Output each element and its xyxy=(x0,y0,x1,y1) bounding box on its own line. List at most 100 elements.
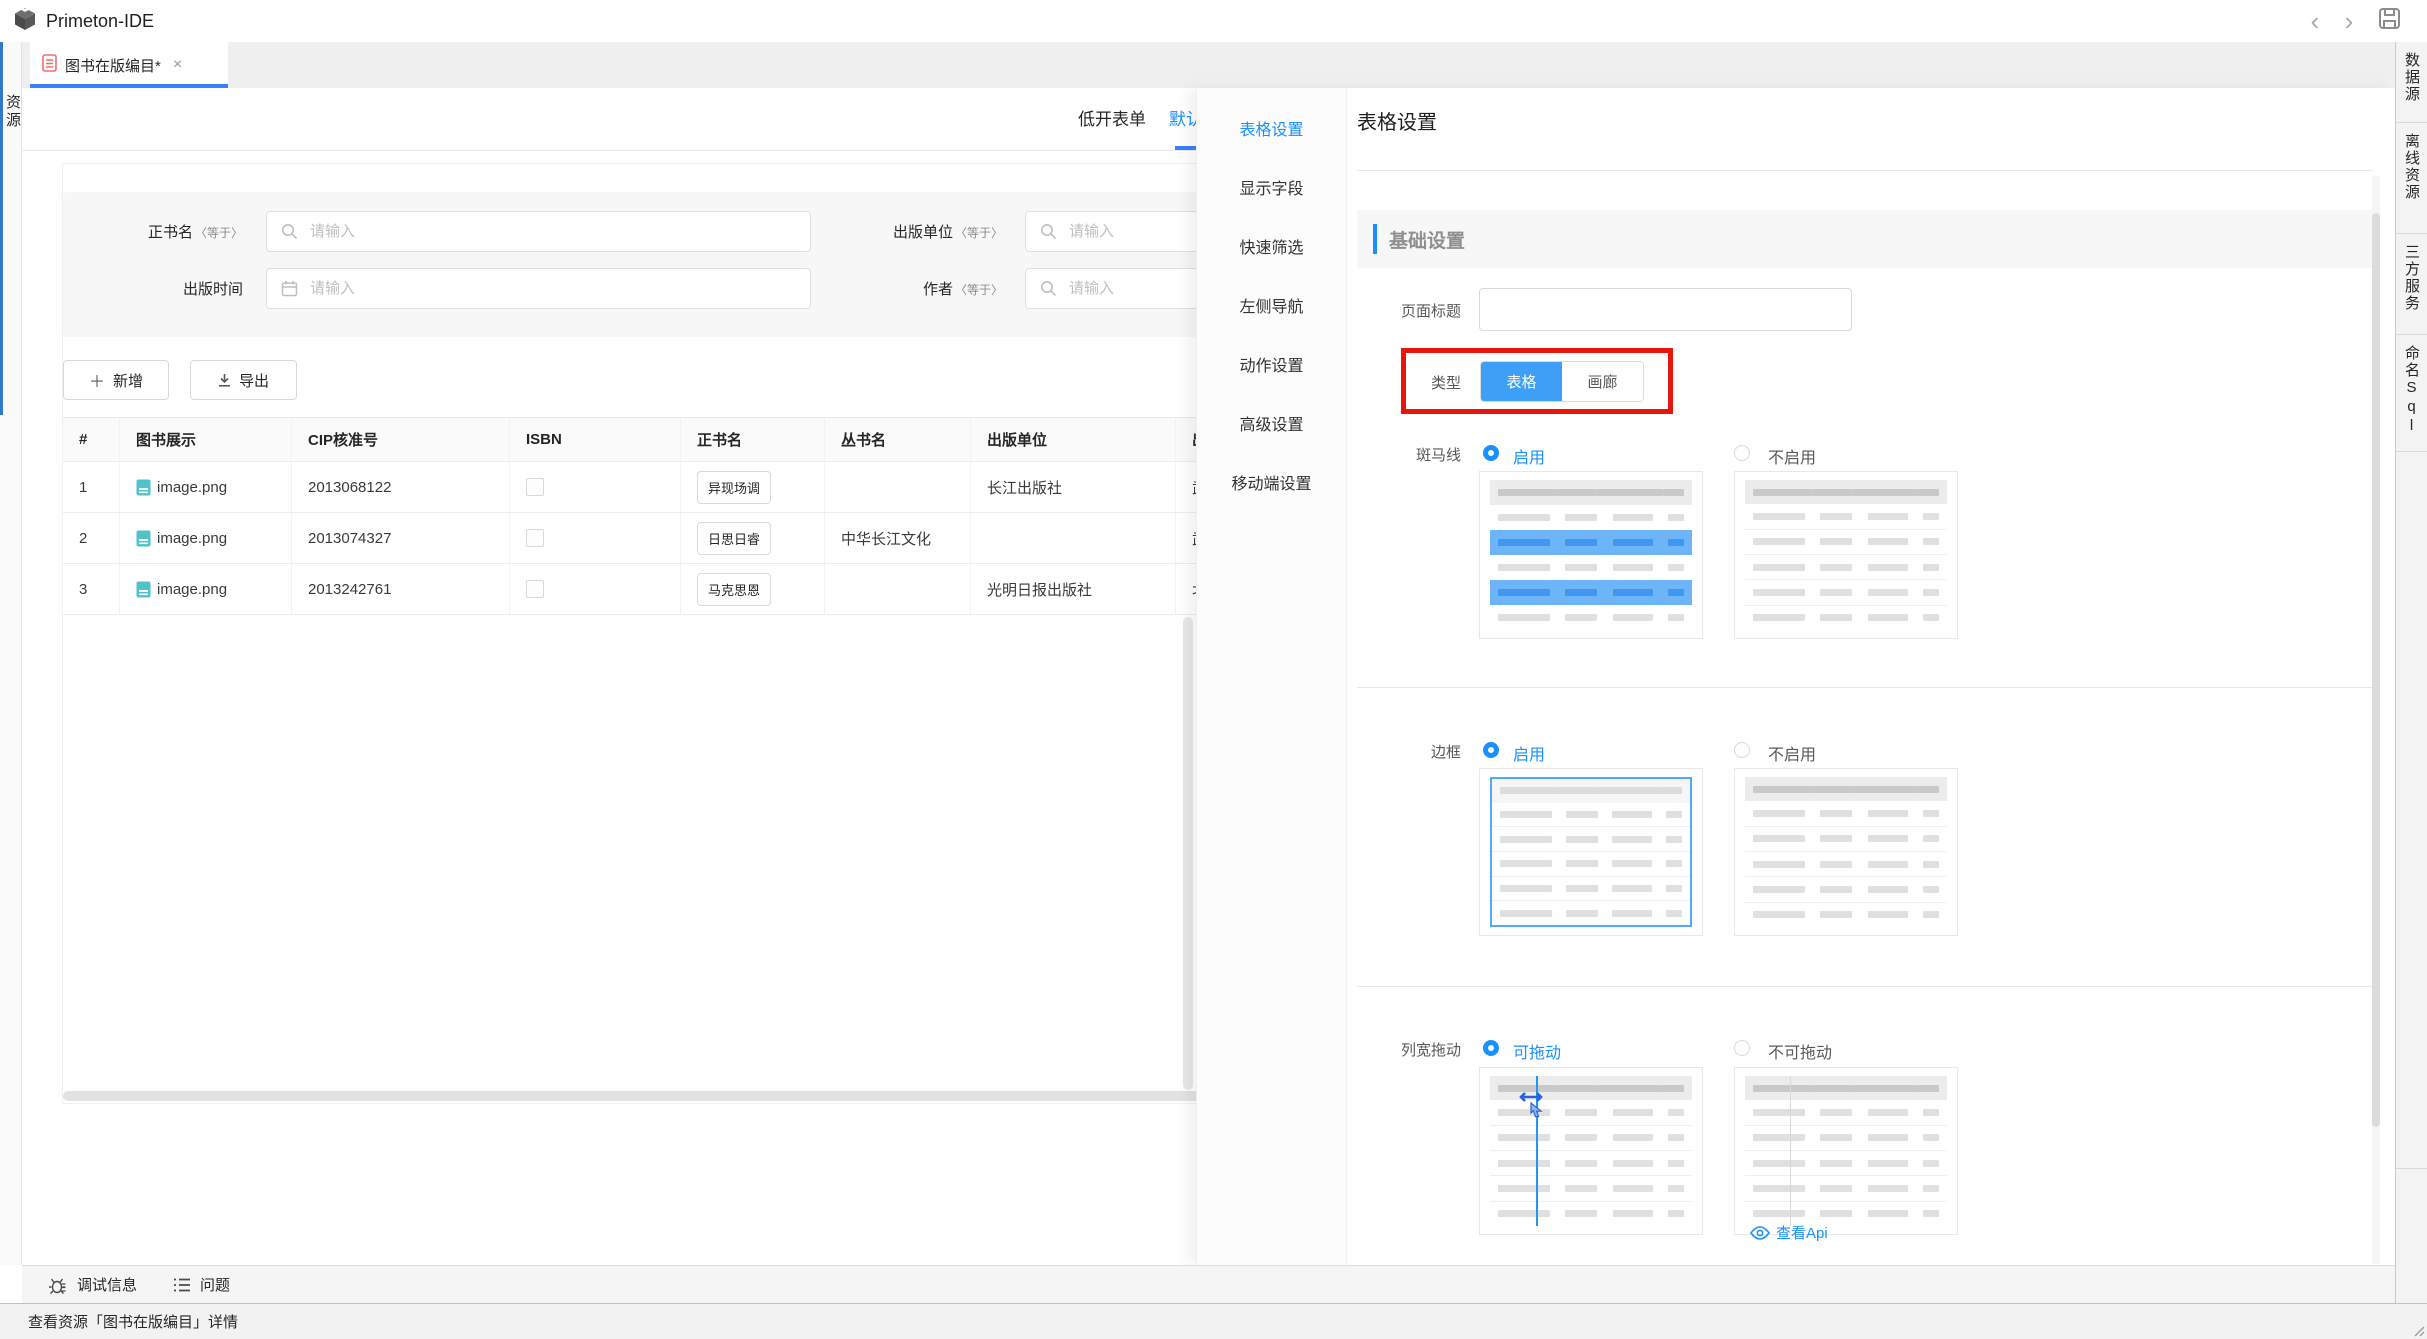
border-off-radio[interactable] xyxy=(1734,742,1750,758)
right-tool-strip: 数据源 离线资源 三方服务 命名Sql xyxy=(2395,42,2427,1303)
type-option-table[interactable]: 表格 xyxy=(1481,362,1562,401)
image-file-icon xyxy=(136,581,151,598)
drag-on-label[interactable]: 可拖动 xyxy=(1513,1039,1561,1063)
panel-scrollbar-thumb[interactable] xyxy=(2372,213,2380,1127)
border-on-label[interactable]: 启用 xyxy=(1513,741,1545,765)
zebra-off-preview xyxy=(1734,471,1958,639)
border-off-preview xyxy=(1734,768,1958,936)
basic-settings-section: 基础设置 xyxy=(1357,210,2372,268)
tool-offline-resources[interactable]: 离线资源 xyxy=(2396,123,2427,234)
book-name-tag[interactable]: 日思日睿 xyxy=(697,522,771,555)
zebra-label: 斑马线 xyxy=(1321,444,1461,465)
page-title-input-field xyxy=(1480,289,1855,332)
cell-book-image[interactable]: image.png xyxy=(120,564,292,615)
image-file-icon xyxy=(136,530,151,547)
cell-series xyxy=(825,564,971,615)
cell-book-image[interactable]: image.png xyxy=(120,462,292,513)
back-chevron-icon[interactable]: ‹ xyxy=(2300,6,2330,36)
view-tab-lowcode-form[interactable]: 低开表单 xyxy=(1078,105,1146,130)
zebra-on-label[interactable]: 启用 xyxy=(1513,444,1545,468)
cell-isbn xyxy=(510,462,681,513)
cell-series xyxy=(825,462,971,513)
drag-label: 列宽拖动 xyxy=(1321,1039,1461,1060)
status-text: 查看资源「图书在版编目」详情 xyxy=(28,1311,238,1332)
drag-off-label[interactable]: 不可拖动 xyxy=(1768,1039,1832,1063)
col-book-name: 正书名 xyxy=(681,417,825,462)
cell-book-name: 马克思恩 xyxy=(681,564,825,615)
problems-item[interactable]: 问题 xyxy=(173,1274,230,1295)
window-tab-bar: 图书在版编目* × xyxy=(22,42,2395,89)
drag-off-radio[interactable] xyxy=(1734,1040,1750,1056)
cell-isbn xyxy=(510,513,681,564)
fixed-line xyxy=(1790,1076,1791,1226)
tool-named-sql[interactable]: 命名Sql xyxy=(2396,335,2427,452)
table-row[interactable]: 2 image.png 2013074327 日思日睿 中华长江文化 武汉 xyxy=(62,513,1380,564)
nav-quick-filter[interactable]: 快速筛选 xyxy=(1197,216,1346,275)
border-off-label[interactable]: 不启用 xyxy=(1768,741,1816,765)
resource-doc-icon xyxy=(42,54,57,77)
drag-on-radio[interactable] xyxy=(1483,1040,1499,1056)
panel-header-divider xyxy=(1357,170,2372,171)
filter-label-book-name: 正书名〈等于〉 xyxy=(23,221,243,242)
checkbox[interactable] xyxy=(526,478,544,496)
resource-strip-label: 资源 xyxy=(2,94,23,130)
app-logo-icon xyxy=(12,6,38,37)
tool-datasource[interactable]: 数据源 xyxy=(2396,42,2427,123)
nav-table-settings[interactable]: 表格设置 xyxy=(1197,98,1346,157)
col-series: 丛书名 xyxy=(825,417,971,462)
panel-title: 表格设置 xyxy=(1357,106,1437,135)
debug-info-item[interactable]: 调试信息 xyxy=(48,1274,137,1295)
cell-book-image[interactable]: image.png xyxy=(120,513,292,564)
drag-off-preview xyxy=(1734,1067,1958,1235)
view-api-link[interactable]: 查看Api xyxy=(1750,1222,1828,1243)
cell-isbn xyxy=(510,564,681,615)
drag-on-preview xyxy=(1479,1067,1703,1235)
filter-label-publisher: 出版单位〈等于〉 xyxy=(783,221,1003,242)
zebra-off-label[interactable]: 不启用 xyxy=(1768,444,1816,468)
plus-icon: ＋ xyxy=(89,368,105,392)
save-icon[interactable] xyxy=(2378,7,2401,35)
close-icon[interactable]: × xyxy=(173,56,182,74)
image-file-icon xyxy=(136,479,151,496)
book-name-tag[interactable]: 异现场调 xyxy=(697,471,771,504)
debug-bug-icon xyxy=(48,1275,68,1295)
add-button[interactable]: ＋ 新增 xyxy=(63,360,169,400)
export-button[interactable]: 导出 xyxy=(190,360,297,400)
book-table: # 图书展示 CIP核准号 ISBN 正书名 丛书名 出版单位 出版 1 ima… xyxy=(62,417,1380,615)
tool-thirdparty-services[interactable]: 三方服务 xyxy=(2396,234,2427,335)
filter-label-publish-date: 出版时间 xyxy=(23,278,243,299)
book-name-input[interactable] xyxy=(266,211,811,252)
type-label: 类型 xyxy=(1321,372,1461,393)
page-title-input[interactable] xyxy=(1479,288,1852,331)
section-divider xyxy=(1357,986,2372,987)
table-row[interactable]: 3 image.png 2013242761 马克思恩 光明日报出版社 北京 xyxy=(62,564,1380,615)
checkbox[interactable] xyxy=(526,580,544,598)
tab-book-cataloging[interactable]: 图书在版编目* × xyxy=(30,42,228,88)
view-tab-default[interactable]: 默认视图 xyxy=(1169,105,1197,130)
border-label: 边框 xyxy=(1321,741,1461,762)
horizontal-scrollbar[interactable] xyxy=(63,1091,1380,1101)
left-resource-strip[interactable]: 资源 xyxy=(0,42,22,1265)
border-on-radio[interactable] xyxy=(1483,742,1499,758)
cell-book-name: 日思日睿 xyxy=(681,513,825,564)
zebra-off-radio[interactable] xyxy=(1734,445,1750,461)
problems-list-icon xyxy=(173,1277,191,1293)
zebra-on-preview xyxy=(1479,471,1703,639)
tab-label: 图书在版编目* xyxy=(65,55,161,76)
zebra-on-radio[interactable] xyxy=(1483,445,1499,461)
book-name-tag[interactable]: 马克思恩 xyxy=(697,573,771,606)
vertical-scrollbar[interactable] xyxy=(1183,617,1193,1090)
search-icon xyxy=(1040,280,1057,297)
type-option-gallery[interactable]: 画廊 xyxy=(1562,362,1643,401)
checkbox[interactable] xyxy=(526,529,544,547)
table-settings-panel: 表格设置 显示字段 快速筛选 左侧导航 动作设置 高级设置 移动端设置 表格设置… xyxy=(1196,88,2395,1265)
table-row[interactable]: 1 image.png 2013068122 异现场调 长江出版社 武汉 xyxy=(62,462,1380,513)
col-cip: CIP核准号 xyxy=(292,417,510,462)
nav-display-fields[interactable]: 显示字段 xyxy=(1197,157,1346,216)
publish-date-input[interactable] xyxy=(266,268,811,309)
cell-series: 中华长江文化 xyxy=(825,513,971,564)
cell-publisher: 长江出版社 xyxy=(971,462,1176,513)
forward-chevron-icon[interactable]: › xyxy=(2334,6,2364,36)
resize-grip[interactable] xyxy=(2409,1321,2425,1337)
app-title: Primeton-IDE xyxy=(46,11,154,32)
